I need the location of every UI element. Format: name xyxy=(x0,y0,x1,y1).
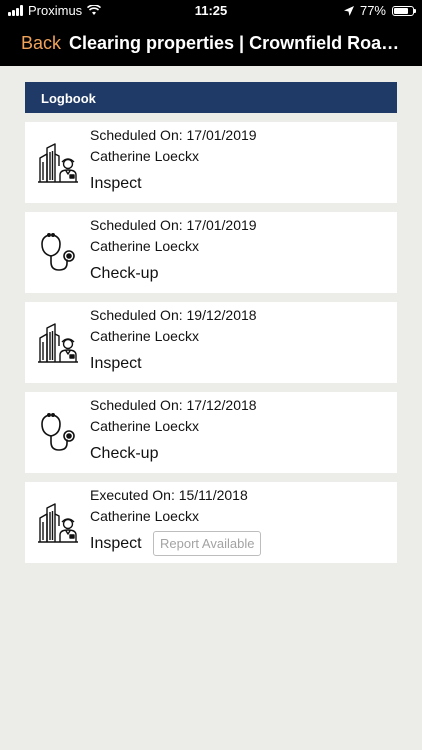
report-available-button[interactable]: Report Available xyxy=(153,531,262,556)
entry-person: Catherine Loeckx xyxy=(90,418,199,434)
page-title: Clearing properties | Crownfield Road 1.… xyxy=(69,33,409,53)
entry-person: Catherine Loeckx xyxy=(90,328,199,344)
logbook-entry[interactable]: Scheduled On: 19/12/2018 Catherine Loeck… xyxy=(25,302,397,383)
logbook-entry[interactable]: Scheduled On: 17/12/2018 Catherine Loeck… xyxy=(25,392,397,473)
logbook-entry[interactable]: Scheduled On: 17/01/2019 Catherine Loeck… xyxy=(25,122,397,203)
entry-type: Check-up xyxy=(90,445,159,462)
status-bar: Proximus 11:25 77% xyxy=(0,0,422,22)
entry-type: Inspect xyxy=(90,355,142,372)
entry-person: Catherine Loeckx xyxy=(90,238,199,254)
entry-date: Scheduled On: 17/01/2019 xyxy=(90,127,257,143)
inspector-building-icon xyxy=(37,322,79,364)
logbook-entry[interactable]: Scheduled On: 17/01/2019 Catherine Loeck… xyxy=(25,212,397,293)
entry-date: Scheduled On: 17/12/2018 xyxy=(90,397,257,413)
battery-percentage: 77% xyxy=(359,3,386,18)
battery-icon xyxy=(392,5,416,16)
logbook-entry[interactable]: Executed On: 15/11/2018 Catherine Loeckx… xyxy=(25,482,397,563)
logbook-list: Scheduled On: 17/01/2019 Catherine Loeck… xyxy=(25,122,397,572)
entry-person: Catherine Loeckx xyxy=(90,148,199,164)
back-button[interactable]: Back xyxy=(21,33,61,54)
entry-type: Check-up xyxy=(90,265,159,282)
location-arrow-icon xyxy=(343,5,354,16)
entry-date: Executed On: 15/11/2018 xyxy=(90,487,248,503)
inspector-building-icon xyxy=(37,502,79,544)
stethoscope-icon xyxy=(37,412,79,454)
entry-type: Inspect xyxy=(90,175,142,192)
entry-date: Scheduled On: 17/01/2019 xyxy=(90,217,257,233)
logbook-header: Logbook xyxy=(25,82,397,113)
inspector-building-icon xyxy=(37,142,79,184)
entry-type: Inspect xyxy=(90,535,142,552)
entry-person: Catherine Loeckx xyxy=(90,508,199,524)
navigation-bar: Back Clearing properties | Crownfield Ro… xyxy=(0,22,422,66)
stethoscope-icon xyxy=(37,232,79,274)
entry-date: Scheduled On: 19/12/2018 xyxy=(90,307,257,323)
